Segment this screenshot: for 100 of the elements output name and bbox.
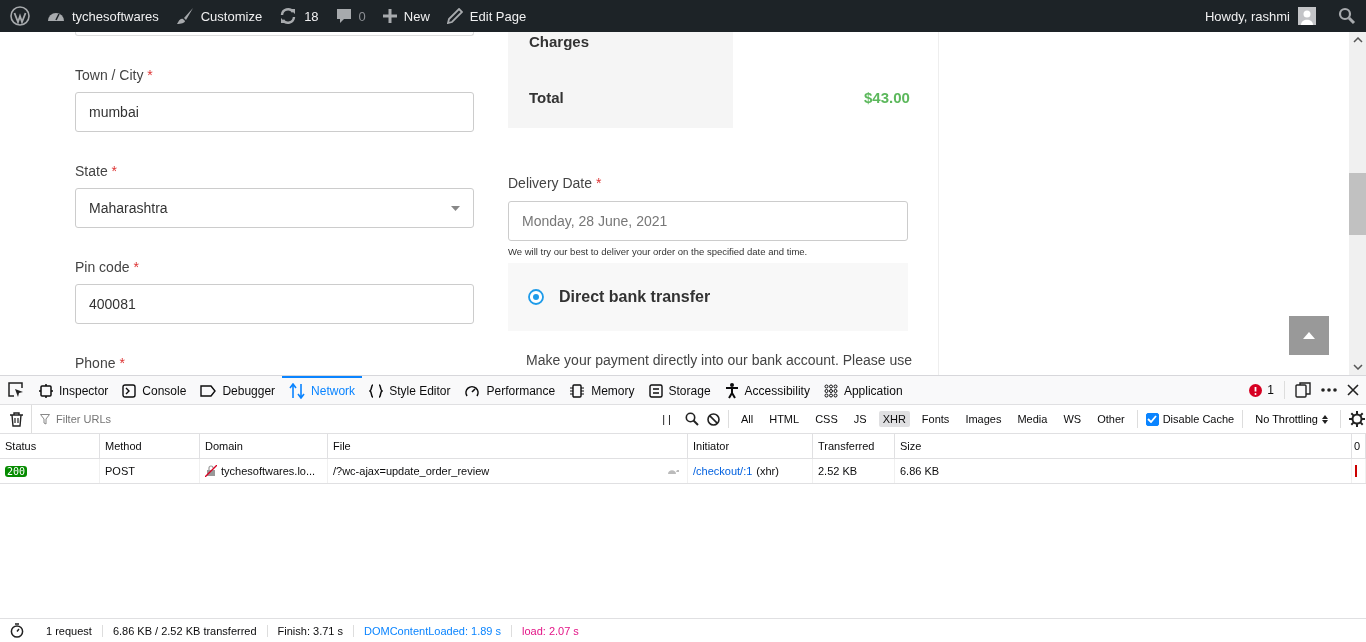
refresh-icon (279, 7, 298, 25)
curly-braces-icon (369, 384, 384, 398)
storage-icon (648, 384, 663, 398)
trash-icon[interactable] (10, 411, 23, 427)
column-header[interactable]: Status (0, 434, 100, 458)
type-filter-button[interactable]: HTML (765, 411, 804, 427)
type-filter-button[interactable]: All (736, 411, 758, 427)
disable-cache-checkbox[interactable]: Disable Cache (1145, 412, 1235, 426)
type-filter-button[interactable]: Other (1093, 411, 1129, 427)
throttling-dropdown[interactable]: No Throttling (1251, 413, 1332, 425)
initiator-link[interactable]: /checkout/:1 (693, 465, 753, 477)
table-cell: /?wc-ajax=update_order_review (333, 465, 490, 477)
up-caret-icon (1303, 332, 1315, 339)
stopwatch-icon[interactable] (10, 623, 24, 638)
field-label: State * (75, 163, 119, 179)
admin-bar-link[interactable]: 0 (335, 8, 366, 24)
devtools-tab[interactable]: Network (282, 376, 363, 404)
summary-text: load: 2.07 s (521, 624, 580, 637)
type-filter-button[interactable]: Images (961, 411, 1006, 427)
column-header[interactable]: File (328, 434, 688, 458)
error-count[interactable]: 1 (1267, 383, 1274, 397)
field-label: Phone * (75, 355, 126, 371)
summary-text: DOMContentLoaded: 1.89 s (354, 624, 512, 637)
column-header[interactable]: Initiator (688, 434, 813, 458)
account-menu-link[interactable]: Howdy, rashmi (1205, 8, 1290, 24)
devtools-tab[interactable]: Style Editor (362, 376, 458, 404)
pause-button[interactable]: | | (662, 413, 671, 425)
text-input[interactable]: 400081 (75, 284, 474, 324)
scroll-up-icon[interactable] (1352, 37, 1363, 43)
funnel-icon (40, 413, 50, 425)
text-input[interactable]: mumbai (75, 92, 474, 132)
dock-layout-icon[interactable] (1295, 382, 1311, 398)
admin-bar-link[interactable]: Customize (175, 7, 263, 25)
field-label: Delivery Date * (508, 175, 603, 191)
summary-label: Charges (529, 33, 591, 50)
up-down-arrows-icon (289, 383, 306, 399)
scrollbar[interactable] (1349, 32, 1366, 375)
block-icon[interactable] (706, 412, 720, 426)
pencil-icon (446, 8, 463, 24)
search-icon[interactable] (684, 412, 699, 426)
summary-text: Finish: 3.71 s (267, 624, 354, 637)
column-header[interactable]: Size (895, 434, 1352, 458)
gauge-icon (464, 384, 481, 398)
field-label: Town / City * (75, 67, 154, 83)
radio-button[interactable] (528, 289, 544, 305)
devtools-tab[interactable]: Memory (562, 376, 642, 404)
table-cell: (xhr) (756, 465, 779, 477)
scrollbar-thumb[interactable] (1349, 173, 1366, 235)
state-dropdown[interactable]: Maharashtra (75, 188, 474, 228)
date-input[interactable]: Monday, 28 June, 2021 (508, 201, 908, 241)
scroll-down-icon[interactable] (1352, 364, 1363, 370)
field-label: Pin code * (75, 259, 140, 275)
summary-text: 6.86 KB / 2.52 KB transferred (102, 624, 268, 637)
admin-bar-link[interactable]: Edit Page (446, 8, 527, 24)
input-field[interactable] (75, 32, 474, 36)
person-icon (724, 383, 739, 399)
devtools-tab[interactable]: Application (816, 376, 910, 404)
type-filter-button[interactable]: Fonts (917, 411, 954, 427)
type-filter-button[interactable]: CSS (811, 411, 842, 427)
devtools-tab[interactable]: Debugger (193, 376, 283, 404)
devtools-tab[interactable]: Accessibility (717, 376, 817, 404)
devtools-tab[interactable]: Console (115, 376, 194, 404)
table-cell: 2.52 KB (818, 465, 858, 477)
admin-bar-link[interactable]: New (382, 8, 430, 24)
scroll-to-top-button[interactable] (1289, 316, 1329, 355)
up-down-caret-icon (1322, 414, 1328, 424)
column-header[interactable]: 0 (1352, 434, 1366, 458)
settings-icon[interactable] (1349, 411, 1365, 427)
chip-icon (569, 384, 586, 398)
element-picker-icon[interactable] (8, 382, 24, 398)
insecure-lock-icon (205, 465, 217, 477)
search-icon[interactable] (1338, 7, 1356, 25)
table-cell: 6.86 KB (900, 465, 940, 477)
summary-label: Total (529, 89, 565, 106)
inspector-icon (39, 384, 53, 398)
table-cell: POST (105, 465, 135, 477)
status-badge: 200 (5, 465, 28, 477)
plus-icon (382, 9, 397, 23)
admin-bar-link[interactable]: tychesoftwares (47, 8, 159, 24)
type-filter-button[interactable]: Media (1013, 411, 1052, 427)
turtle-icon (667, 467, 679, 475)
column-header[interactable]: Domain (200, 434, 328, 458)
error-icon (1249, 383, 1263, 397)
dropdown-caret-icon (451, 205, 460, 211)
column-header[interactable]: Transferred (813, 434, 895, 458)
wordpress-logo-icon (10, 6, 30, 26)
wordpress-logo-link[interactable] (10, 6, 30, 26)
speech-bubble-icon (335, 8, 352, 24)
type-filter-button[interactable]: XHR (878, 411, 910, 427)
more-options-icon[interactable] (1321, 388, 1337, 392)
order-total: $43.00 (864, 89, 910, 106)
admin-bar-link[interactable]: 18 (279, 7, 319, 25)
close-icon[interactable] (1347, 384, 1359, 396)
type-filter-button[interactable]: JS (849, 411, 871, 427)
devtools-tab[interactable]: Storage (641, 376, 718, 404)
devtools-tab[interactable]: Performance (457, 376, 563, 404)
type-filter-button[interactable]: WS (1059, 411, 1086, 427)
summary-text: 1 request (36, 624, 103, 637)
devtools-tab[interactable]: Inspector (32, 376, 116, 404)
column-header[interactable]: Method (100, 434, 200, 458)
